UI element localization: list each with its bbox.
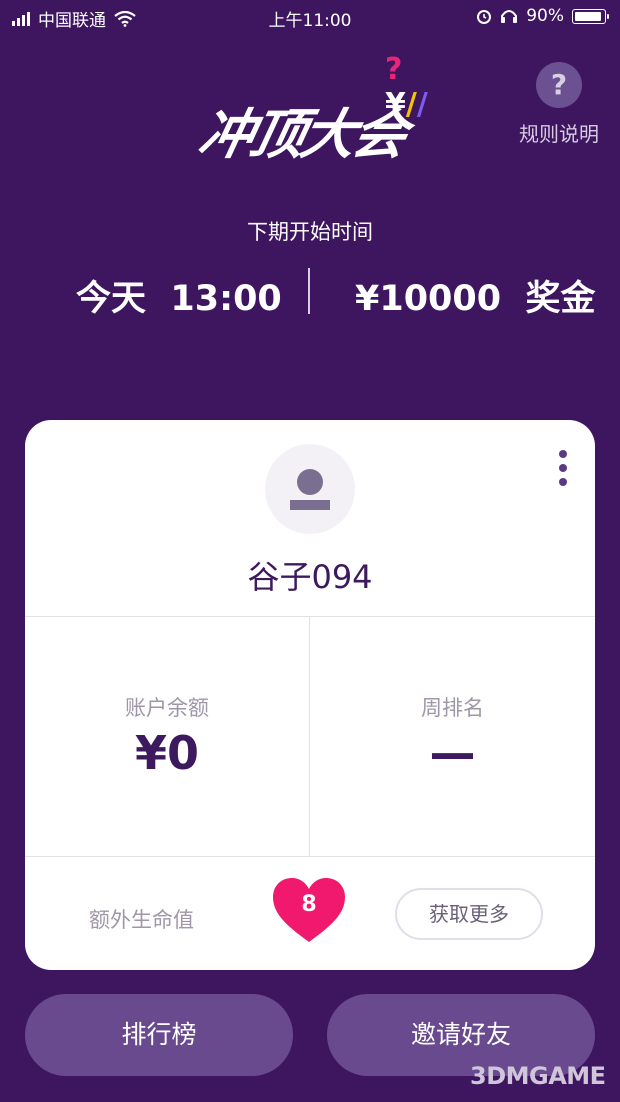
avatar[interactable] xyxy=(265,444,355,534)
heart-icon: 8 xyxy=(271,876,347,944)
username: 谷子094 xyxy=(247,558,373,596)
more-options-icon[interactable] xyxy=(559,450,569,490)
headphones-icon xyxy=(501,10,518,23)
leaderboard-button[interactable]: 排行榜 xyxy=(25,994,293,1076)
divider xyxy=(308,268,310,314)
balance-label: 账户余额 xyxy=(125,696,209,720)
weekly-rank-value: — xyxy=(429,726,476,780)
weekly-rank-label: 周排名 xyxy=(421,696,484,720)
profile-card: 谷子094 账户余额 ¥0 周排名 — 额外生命值 8 获取更多 xyxy=(25,420,595,970)
logo-title: 冲顶大会 xyxy=(193,103,411,166)
app-logo: 冲顶大会 ?¥// xyxy=(193,52,445,175)
watermark: 3DMGAME xyxy=(470,1062,606,1090)
next-game-label: 下期开始时间 xyxy=(247,220,373,244)
next-game-time: 今天 13:00 xyxy=(76,279,282,319)
battery-icon xyxy=(572,8,609,24)
alarm-icon xyxy=(477,10,492,24)
rules-button[interactable]: ? 规则说明 xyxy=(510,62,608,147)
balance-value: ¥0 xyxy=(134,726,199,780)
extra-lives-count: 8 xyxy=(301,892,317,917)
help-icon: ? xyxy=(536,62,582,108)
logo-decoration: ?¥// xyxy=(385,52,428,122)
prize-amount: ¥10000 奖金 xyxy=(355,279,596,319)
battery-percent: 90% xyxy=(526,6,564,26)
get-more-button[interactable]: 获取更多 xyxy=(395,888,543,940)
divider xyxy=(25,856,595,857)
divider xyxy=(25,616,595,617)
extra-lives-label: 额外生命值 xyxy=(89,908,194,932)
status-bar: 中国联通 上午11:00 90% xyxy=(0,0,620,36)
rules-label: 规则说明 xyxy=(519,122,599,146)
